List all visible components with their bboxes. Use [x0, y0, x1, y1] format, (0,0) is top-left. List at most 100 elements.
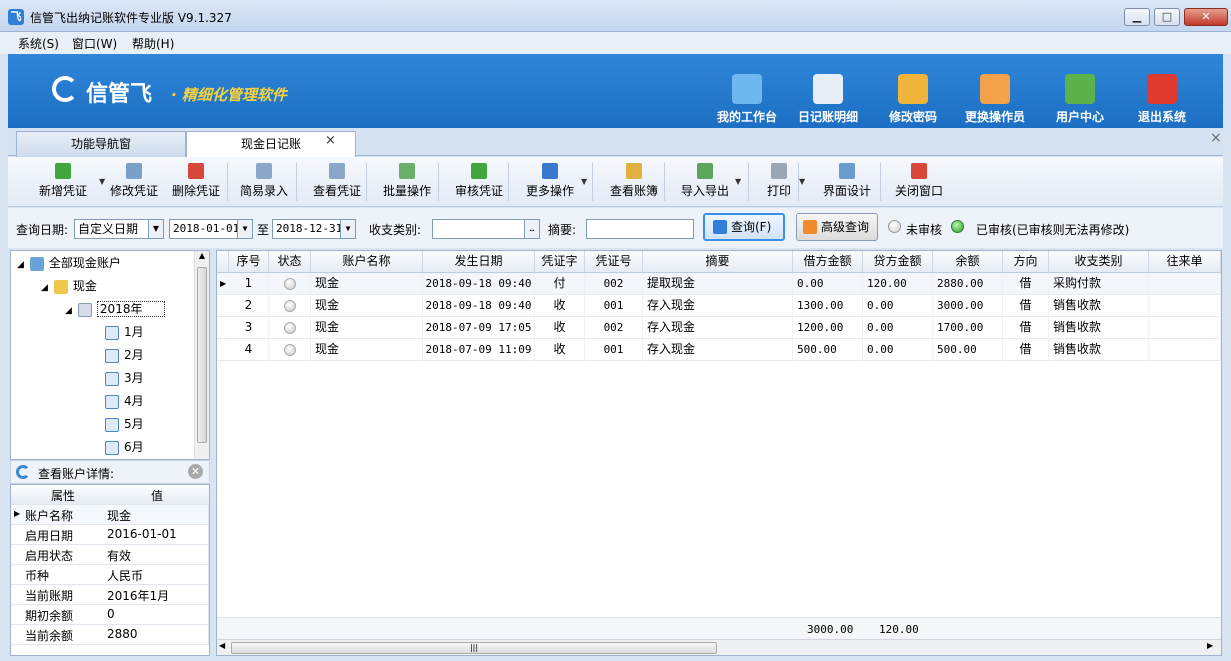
- grid-col-header[interactable]: 方向: [1003, 251, 1049, 273]
- monitor-icon: [732, 74, 762, 104]
- scroll-thumb[interactable]: |||: [231, 642, 717, 654]
- home-icon: [29, 256, 44, 271]
- grid-col-header[interactable]: 贷方金额: [863, 251, 933, 273]
- tree-account[interactable]: ◢ 现金: [41, 276, 97, 299]
- close-detail-icon[interactable]: ✕: [188, 464, 203, 479]
- menu-help[interactable]: 帮助(H): [132, 35, 174, 52]
- table-row[interactable]: 4 现金 2018-07-09 11:09 收 001 存入现金 500.00 0.00 500…: [217, 339, 1221, 361]
- tree-month[interactable]: 5月: [105, 414, 144, 437]
- unaudited-radio[interactable]: [888, 220, 901, 233]
- grid-col-header[interactable]: 收支类别: [1049, 251, 1149, 273]
- tree-month[interactable]: 2月: [105, 345, 144, 368]
- ellipsis-button[interactable]: …: [524, 220, 539, 238]
- scroll-left-icon[interactable]: ◀: [219, 641, 225, 650]
- toolbar-button-label: 更多操作: [525, 184, 574, 198]
- summary-label: 摘要:: [548, 223, 577, 237]
- print-icon: [771, 163, 787, 179]
- toolbar-button-9[interactable]: 导入导出: [676, 163, 734, 199]
- detail-key: 期初余额: [25, 609, 74, 623]
- detail-row[interactable]: ▶ 账户名称 现金: [11, 505, 209, 525]
- grid-col-header[interactable]: 凭证号: [585, 251, 643, 273]
- query-button[interactable]: 查询(F): [703, 213, 785, 241]
- dropdown-arrow-icon[interactable]: ▼: [581, 177, 587, 186]
- maximize-button[interactable]: □: [1154, 8, 1180, 26]
- category-input[interactable]: …: [432, 219, 540, 239]
- banner-button-5[interactable]: 退出系统: [1122, 74, 1202, 125]
- grid-col-header[interactable]: 发生日期: [423, 251, 535, 273]
- dropdown-arrow-icon[interactable]: ▼: [799, 177, 805, 186]
- tree-month[interactable]: 6月: [105, 437, 144, 460]
- tree-month[interactable]: 4月: [105, 391, 144, 414]
- detail-row[interactable]: 当前账期 2016年1月: [11, 585, 209, 605]
- banner-button-1[interactable]: 日记账明细: [788, 74, 868, 125]
- tree-scrollbar[interactable]: ▲: [194, 251, 209, 459]
- grid-col-header[interactable]: 摘要: [643, 251, 793, 273]
- date-from-picker[interactable]: 2018-01-01 ▼: [169, 219, 253, 239]
- tab-close-icon[interactable]: ×: [325, 133, 336, 148]
- toolbar-button-3[interactable]: 简易录入: [238, 163, 290, 199]
- detail-row[interactable]: 启用日期 2016-01-01: [11, 525, 209, 545]
- cell-summary: 存入现金: [643, 339, 793, 361]
- banner-button-0[interactable]: 我的工作台: [707, 74, 787, 125]
- grid-col-header[interactable]: 余额: [933, 251, 1003, 273]
- grid-col-header[interactable]: 序号: [229, 251, 269, 273]
- grid-col-header[interactable]: 账户名称: [311, 251, 423, 273]
- grid-col-header[interactable]: 往来单: [1149, 251, 1221, 273]
- grid-col-header[interactable]: 凭证字: [535, 251, 585, 273]
- toolbar-button-11[interactable]: 界面设计: [818, 163, 876, 199]
- toolbar-button-0[interactable]: 新增凭证: [28, 163, 98, 199]
- detail-row[interactable]: 启用状态 有效: [11, 545, 209, 565]
- toolbar-button-6[interactable]: 审核凭证: [448, 163, 510, 199]
- banner-button-2[interactable]: 修改密码: [873, 74, 953, 125]
- menu-system[interactable]: 系统(S): [18, 35, 59, 52]
- advanced-query-button[interactable]: 高级查询: [796, 213, 878, 241]
- toolbar-button-4[interactable]: 查看凭证: [306, 163, 368, 199]
- date-mode-select[interactable]: 自定义日期 ▼: [74, 219, 164, 239]
- toolbar-button-5[interactable]: 批量操作: [378, 163, 436, 199]
- table-row[interactable]: ▶ 1 现金 2018-09-18 09:40 付 002 提取现金 0.00 120.00 28…: [217, 273, 1221, 295]
- summary-input[interactable]: [586, 219, 694, 239]
- date-to-picker[interactable]: 2018-12-31 ▼: [272, 219, 356, 239]
- table-row[interactable]: 2 现金 2018-09-18 09:40 收 001 存入现金 1300.00 0.00 30…: [217, 295, 1221, 317]
- dropdown-arrow-icon[interactable]: ▼: [735, 177, 741, 186]
- banner-button-4[interactable]: 用户中心: [1040, 74, 1120, 125]
- grid-col-header[interactable]: 借方金额: [793, 251, 863, 273]
- cell-num: 001: [585, 339, 643, 361]
- banner-button-3[interactable]: 更换操作员: [955, 74, 1035, 125]
- toolbar-button-1[interactable]: 修改凭证: [104, 163, 164, 199]
- toolbar-button-10[interactable]: 打印: [760, 163, 798, 199]
- close-button[interactable]: ✕: [1184, 8, 1228, 26]
- tree-year[interactable]: ◢ 2018年: [65, 299, 166, 322]
- grid-col-header[interactable]: 状态: [269, 251, 311, 273]
- collapse-icon[interactable]: ◢: [17, 260, 24, 270]
- toolbar-button-12[interactable]: 关闭窗口: [890, 163, 948, 199]
- cell-empty: [1149, 317, 1221, 339]
- detail-row[interactable]: 期初余额 0: [11, 605, 209, 625]
- tree-root[interactable]: ◢ 全部现金账户: [17, 253, 121, 276]
- tree-month[interactable]: 3月: [105, 368, 144, 391]
- toolbar-button-7[interactable]: 更多操作: [520, 163, 580, 199]
- cell-balance: 3000.00: [933, 295, 1003, 317]
- toolbar-button-2[interactable]: 删除凭证: [166, 163, 226, 199]
- minimize-button[interactable]: ▁: [1124, 8, 1150, 26]
- tab-function-nav[interactable]: 功能导航窗: [16, 131, 186, 157]
- detail-row[interactable]: 币种 人民币: [11, 565, 209, 585]
- cell-date: 2018-09-18 09:40: [423, 273, 535, 295]
- horizontal-scrollbar[interactable]: ◀ ||| ▶: [217, 639, 1221, 655]
- close-window-icon: [911, 163, 927, 179]
- menu-window[interactable]: 窗口(W): [72, 35, 117, 52]
- detail-col-value: 值: [151, 489, 164, 503]
- scroll-right-icon[interactable]: ▶: [1207, 641, 1213, 650]
- tree-month[interactable]: 1月: [105, 322, 144, 345]
- panel-close-icon[interactable]: ×: [1210, 130, 1222, 146]
- cell-no: 4: [229, 339, 269, 361]
- audited-radio[interactable]: [951, 220, 964, 233]
- row-pointer-icon: ▶: [220, 279, 227, 288]
- toolbar-button-label: 批量操作: [382, 184, 431, 198]
- table-row[interactable]: 3 现金 2018-07-09 17:05 收 002 存入现金 1200.00 0.00 17…: [217, 317, 1221, 339]
- toolbar-button-8[interactable]: 查看账簿: [604, 163, 664, 199]
- detail-row[interactable]: 当前余额 2880: [11, 625, 209, 645]
- cell-date: 2018-07-09 17:05: [423, 317, 535, 339]
- collapse-icon[interactable]: ◢: [65, 306, 72, 316]
- collapse-icon[interactable]: ◢: [41, 283, 48, 293]
